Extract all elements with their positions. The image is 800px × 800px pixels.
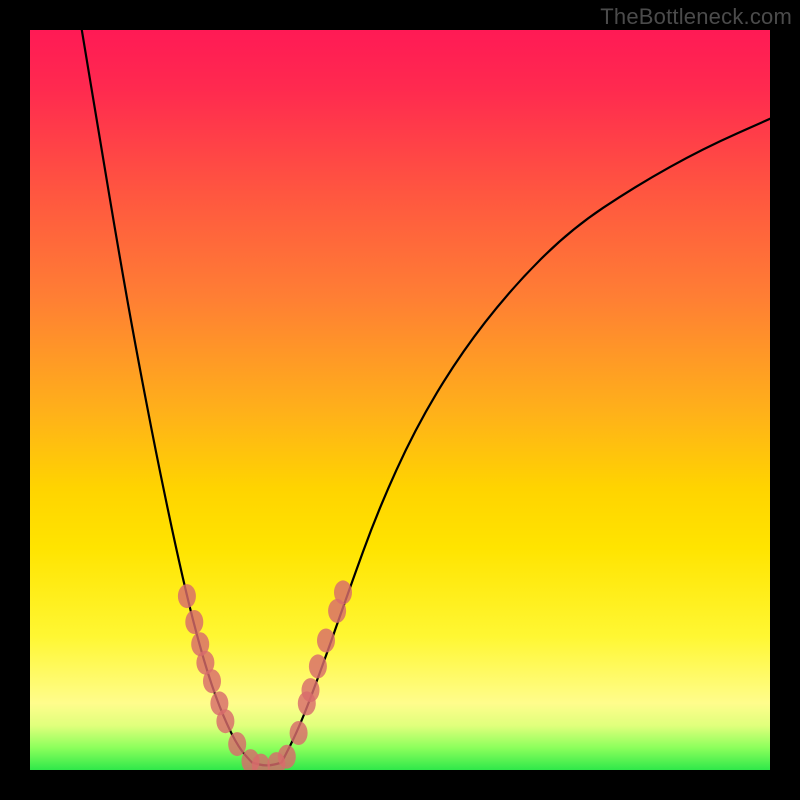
- watermark-text: TheBottleneck.com: [600, 4, 792, 30]
- bottleneck-curve: [82, 30, 770, 765]
- marker-group: [178, 580, 352, 770]
- chart-frame: TheBottleneck.com: [0, 0, 800, 800]
- curve-marker: [185, 610, 203, 634]
- plot-area: [30, 30, 770, 770]
- curve-marker: [302, 678, 320, 702]
- curve-marker: [290, 721, 308, 745]
- curve-marker: [278, 745, 296, 769]
- curve-marker: [203, 669, 221, 693]
- curve-marker: [178, 584, 196, 608]
- curve-marker: [334, 580, 352, 604]
- v-curve-svg: [30, 30, 770, 770]
- curve-marker: [317, 629, 335, 653]
- curve-marker: [309, 654, 327, 678]
- curve-marker: [216, 709, 234, 733]
- curve-marker: [228, 732, 246, 756]
